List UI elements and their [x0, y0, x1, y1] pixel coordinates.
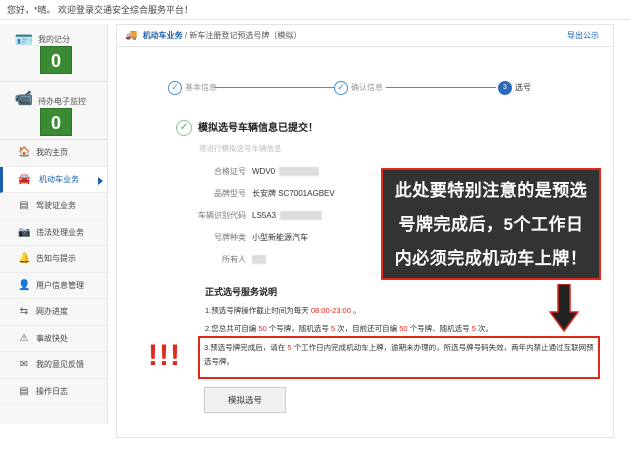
exclamation-marks: !!!: [148, 339, 181, 372]
sidebar-item-license[interactable]: ▤ 驾驶证业务: [0, 193, 107, 220]
step-indicator: ✓ 基本信息 ✓ 确认信息 3 选号: [168, 80, 548, 96]
sidebar-item-label: 机动车业务: [39, 174, 79, 184]
camera-monitor-icon: 📹: [14, 90, 34, 107]
check-icon: ✓: [168, 80, 182, 95]
sidebar-item-label: 用户信息管理: [36, 280, 84, 290]
car-icon: 🚘: [18, 173, 31, 185]
sidebar: 🪪 我的记分 0 📹 待办电子监控 0 🏠 我的主页 🚘 机动车业务 ▤ 驾驶证业务 …: [0, 24, 108, 424]
callout-line: 号牌完成后，5个工作日: [398, 215, 584, 234]
sidebar-item-log[interactable]: ▤ 操作日志: [0, 379, 107, 405]
truck-icon: 🚚: [125, 30, 138, 41]
sidebar-item-vehicle[interactable]: 🚘 机动车业务: [0, 166, 107, 193]
masked-text: [252, 255, 266, 265]
sidebar-item-label: 我的主页: [36, 148, 68, 157]
sidebar-item-home[interactable]: 🏠 我的主页: [0, 140, 107, 167]
service-line-3-highlight: 3.预选号牌完成后，请在 5 个工作日内完成机动车上牌，逾期未办理的，所选号牌号…: [198, 336, 600, 379]
accident-icon: ⚠: [19, 332, 29, 344]
top-bar: 您好，*晴。 欢迎登录交通安全综合服务平台！: [0, 0, 630, 20]
step-label: 选号: [515, 83, 531, 92]
sidebar-item-label: 违法处理业务: [36, 227, 84, 237]
sidebar-item-progress[interactable]: ⇆ 网办进度: [0, 299, 107, 326]
log-icon: ▤: [19, 385, 29, 397]
service-line-1: 1.预选号牌操作截止时间为每天 08:00-23:00 。: [205, 305, 360, 316]
step-label: 确认信息: [351, 83, 383, 92]
violation-label: 待办电子监控: [38, 97, 86, 106]
breadcrumb-page: / 新车注册登记预选号牌（模拟）: [184, 31, 302, 40]
license-card-icon: 🪪: [14, 32, 34, 49]
bell-icon: 🔔: [18, 253, 31, 264]
info-key: 所有人: [222, 255, 246, 264]
sidebar-item-user[interactable]: 👤 用户信息管理: [0, 273, 107, 299]
svc-highlight: 50: [399, 324, 408, 333]
step-basic-info: ✓ 基本信息: [168, 80, 217, 96]
sidebar-item-label: 告知与提示: [36, 254, 76, 263]
simulate-select-button[interactable]: 模拟选号: [204, 387, 286, 413]
score-value[interactable]: 0: [40, 46, 72, 74]
home-icon: 🏠: [18, 147, 31, 158]
info-key: 车辆识别代码: [198, 211, 246, 220]
svc-text: 3.预选号牌完成后，请在: [204, 343, 288, 352]
camera-icon: 📷: [18, 226, 31, 238]
score-label: 我的记分: [38, 35, 70, 44]
svc-text: 2.您总共可自编: [205, 324, 259, 333]
info-value: WDV0: [252, 167, 276, 176]
submitted-hint: 将进行模拟选号车辆信息: [199, 144, 282, 153]
submitted-title: 模拟选号车辆信息已提交！: [198, 123, 318, 134]
service-line-2: 2.您总共可自编 50 个号牌，随机选号 5 次，目前还可自编 50 个号牌、随…: [205, 323, 493, 334]
user-icon: 👤: [18, 279, 31, 291]
info-value: 长安牌 SC7001AGBEV: [252, 189, 335, 198]
sidebar-item-violation[interactable]: 📷 违法处理业务: [0, 220, 107, 246]
info-key: 号牌种类: [214, 233, 246, 242]
sidebar-item-accident[interactable]: ⚠ 事故快处: [0, 326, 107, 352]
sidebar-item-label: 网办进度: [36, 307, 68, 316]
sidebar-item-notice[interactable]: 🔔 告知与提示: [0, 246, 107, 273]
step-line: [386, 87, 496, 88]
success-check-icon: ✓: [176, 120, 192, 137]
violation-value[interactable]: 0: [40, 108, 72, 136]
progress-icon: ⇆: [19, 306, 29, 317]
service-title: 正式选号服务说明: [205, 287, 278, 297]
info-value: LS5A3: [252, 211, 277, 220]
info-key: 合格证号: [214, 167, 246, 176]
sidebar-item-label: 操作日志: [36, 386, 68, 396]
masked-text: [279, 167, 320, 177]
greeting-text: 您好，*晴。 欢迎登录交通安全综合服务平台！: [7, 5, 194, 15]
sidebar-item-feedback[interactable]: ✉ 我的意见反馈: [0, 352, 107, 379]
step-number: 3: [498, 80, 512, 95]
sidebar-item-label: 事故快处: [36, 333, 68, 343]
score-panel[interactable]: 🪪 我的记分 0: [0, 24, 107, 82]
svc-text: 次，目前还可自编: [335, 324, 400, 333]
step-label: 基本信息: [185, 83, 217, 92]
down-arrow-icon: [549, 284, 579, 332]
step-select-number: 3 选号: [498, 80, 531, 96]
step-line: [214, 87, 334, 88]
info-value: 小型新能源汽车: [252, 233, 308, 242]
violation-panel[interactable]: 📹 待办电子监控 0: [0, 82, 107, 140]
svc-text: 1.预选号牌操作截止时间为每天: [205, 306, 311, 315]
svc-highlight: 08:00-23:00: [310, 306, 351, 315]
check-icon: ✓: [334, 80, 348, 95]
breadcrumb: 🚚 机动车业务 / 新车注册登记预选号牌（模拟） 导出公示: [117, 25, 613, 47]
info-key: 品牌型号: [214, 189, 246, 198]
callout-line: 此处要特别注意的是预选: [394, 181, 588, 200]
svc-text: 。: [350, 306, 361, 315]
step-confirm-info: ✓ 确认信息: [334, 80, 383, 96]
breadcrumb-section[interactable]: 机动车业务: [143, 31, 183, 40]
svc-highlight: 50: [258, 324, 267, 333]
guide-link[interactable]: 导出公示: [567, 25, 599, 47]
callout-line: 内必须完成机动车上牌！: [394, 249, 588, 268]
svc-text: 个号牌、随机选号: [407, 324, 472, 333]
svc-text: 个号牌，随机选号: [266, 324, 331, 333]
feedback-icon: ✉: [19, 359, 29, 370]
sidebar-item-label: 驾驶证业务: [36, 201, 76, 210]
submitted-message: ✓ 模拟选号车辆信息已提交！: [176, 119, 318, 137]
annotation-callout: 此处要特别注意的是预选 号牌完成后，5个工作日 内必须完成机动车上牌！: [381, 168, 601, 280]
sidebar-item-label: 我的意见反馈: [36, 360, 84, 369]
license-icon: ▤: [19, 200, 29, 211]
svc-text: 次。: [475, 324, 493, 333]
masked-text: [280, 211, 323, 221]
